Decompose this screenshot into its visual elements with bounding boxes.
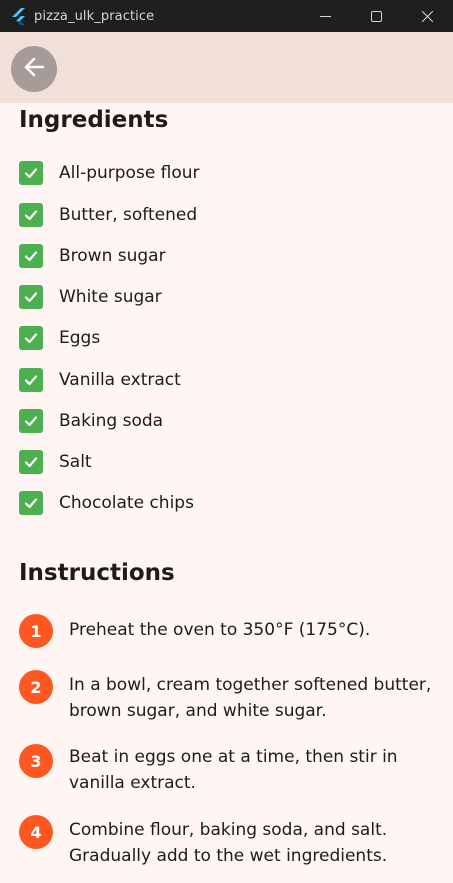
ingredient-item[interactable]: Vanilla extract bbox=[19, 367, 181, 393]
instruction-step: 2 In a bowl, cream together softened but… bbox=[19, 670, 439, 724]
window-titlebar: pizza_ulk_practice bbox=[0, 0, 453, 32]
ingredient-label: White sugar bbox=[59, 287, 162, 307]
step-text: Combine flour, baking soda, and salt. Gr… bbox=[69, 820, 388, 866]
step-text: Preheat the oven to 350°F (175°C). bbox=[69, 620, 371, 640]
checkbox-checked[interactable] bbox=[19, 491, 43, 515]
check-icon bbox=[24, 416, 38, 427]
minimize-icon bbox=[320, 7, 331, 26]
instruction-step: 1 Preheat the oven to 350°F (175°C). bbox=[19, 614, 439, 648]
ingredient-label: All-purpose flour bbox=[59, 163, 200, 183]
check-icon bbox=[24, 210, 38, 221]
ingredient-label: Baking soda bbox=[59, 411, 164, 431]
step-number-badge: 4 bbox=[19, 815, 53, 849]
checkbox-checked[interactable] bbox=[19, 409, 43, 433]
checkbox-checked[interactable] bbox=[19, 203, 43, 227]
ingredient-item[interactable]: Salt bbox=[19, 449, 92, 475]
check-icon bbox=[24, 375, 38, 386]
window-title: pizza_ulk_practice bbox=[34, 8, 155, 24]
checkbox-checked[interactable] bbox=[19, 450, 43, 474]
instruction-step: 4 Combine flour, baking soda, and salt. … bbox=[19, 815, 439, 869]
step-text: Beat in eggs one at a time, then stir in… bbox=[69, 747, 398, 793]
checkbox-checked[interactable] bbox=[19, 285, 43, 309]
window-controls bbox=[300, 0, 453, 32]
maximize-icon bbox=[371, 7, 382, 26]
back-button[interactable] bbox=[11, 46, 57, 92]
ingredient-label: Salt bbox=[59, 452, 92, 472]
instructions-heading: Instructions bbox=[19, 560, 175, 586]
step-number-badge: 2 bbox=[19, 670, 53, 704]
step-text: In a bowl, cream together softened butte… bbox=[69, 675, 432, 721]
checkbox-checked[interactable] bbox=[19, 244, 43, 268]
checkbox-checked[interactable] bbox=[19, 326, 43, 350]
ingredient-item[interactable]: Chocolate chips bbox=[19, 490, 194, 516]
ingredients-heading: Ingredients bbox=[19, 107, 169, 133]
instruction-step: 3 Beat in eggs one at a time, then stir … bbox=[19, 744, 439, 796]
ingredient-label: Butter, softened bbox=[59, 205, 198, 225]
ingredient-item[interactable]: Baking soda bbox=[19, 408, 163, 434]
ingredient-item[interactable]: All-purpose flour bbox=[19, 160, 200, 186]
close-button[interactable] bbox=[402, 0, 453, 32]
arrow-back-icon bbox=[23, 56, 45, 82]
checkbox-checked[interactable] bbox=[19, 368, 43, 392]
flutter-logo-icon bbox=[8, 5, 30, 27]
step-number-badge: 1 bbox=[19, 614, 53, 648]
check-icon bbox=[24, 333, 38, 344]
close-icon bbox=[421, 7, 434, 26]
app-bar bbox=[0, 32, 453, 103]
check-icon bbox=[24, 168, 38, 179]
minimize-button[interactable] bbox=[300, 0, 351, 32]
checkbox-checked[interactable] bbox=[19, 161, 43, 185]
ingredient-item[interactable]: Eggs bbox=[19, 325, 100, 351]
check-icon bbox=[24, 457, 38, 468]
check-icon bbox=[24, 498, 38, 509]
ingredient-item[interactable]: Butter, softened bbox=[19, 202, 197, 228]
step-number-badge: 3 bbox=[19, 744, 53, 778]
check-icon bbox=[24, 292, 38, 303]
check-icon bbox=[24, 251, 38, 262]
maximize-button[interactable] bbox=[351, 0, 402, 32]
ingredient-item[interactable]: White sugar bbox=[19, 284, 162, 310]
ingredient-label: Eggs bbox=[59, 328, 101, 348]
ingredient-label: Vanilla extract bbox=[59, 370, 181, 390]
ingredient-label: Chocolate chips bbox=[59, 493, 194, 513]
ingredient-label: Brown sugar bbox=[59, 246, 166, 266]
recipe-content[interactable]: Ingredients All-purpose flour Butter, so… bbox=[0, 103, 453, 883]
ingredient-item[interactable]: Brown sugar bbox=[19, 243, 166, 269]
